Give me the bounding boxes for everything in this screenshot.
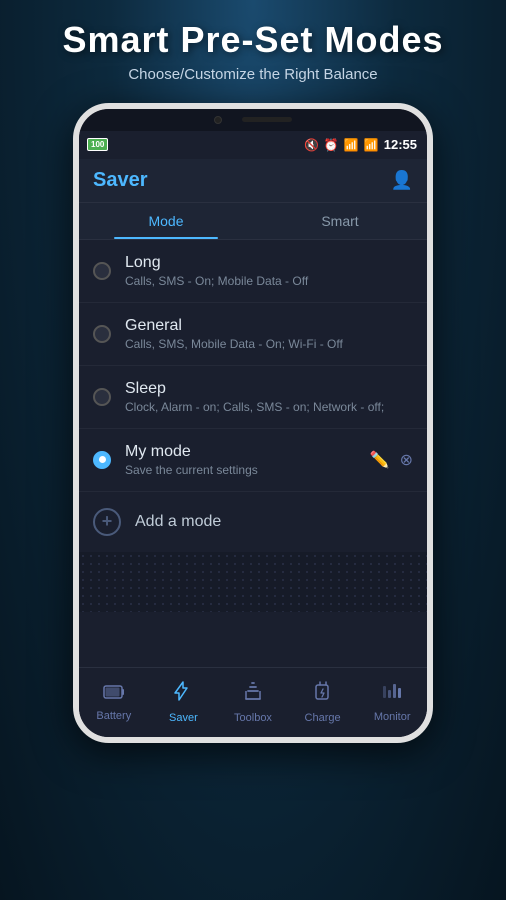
mode-desc-long: Calls, SMS - On; Mobile Data - Off bbox=[125, 274, 413, 288]
nav-saver[interactable]: Saver bbox=[158, 680, 208, 724]
tab-smart[interactable]: Smart bbox=[253, 203, 427, 239]
battery-status: 100 bbox=[87, 138, 108, 151]
mode-item-general[interactable]: General Calls, SMS, Mobile Data - On; Wi… bbox=[79, 303, 427, 366]
signal-icon: 📶 bbox=[364, 138, 379, 152]
delete-icon[interactable]: ⊗ bbox=[400, 450, 413, 470]
nav-battery[interactable]: Battery bbox=[89, 683, 139, 722]
app-header-section: Smart Pre-Set Modes Choose/Customize the… bbox=[0, 0, 506, 93]
phone-inner: 100 🔇 ⏰ 📶 📶 12:55 Saver 👤 Mode bbox=[79, 109, 427, 737]
phone-top-bar bbox=[79, 109, 427, 131]
monitor-nav-icon bbox=[381, 682, 403, 707]
mode-name-sleep: Sleep bbox=[125, 380, 413, 398]
mode-desc-sleep: Clock, Alarm - on; Calls, SMS - on; Netw… bbox=[125, 400, 413, 414]
app-title: Saver bbox=[93, 169, 148, 192]
nav-charge[interactable]: Charge bbox=[298, 681, 348, 724]
phone-wrapper: 100 🔇 ⏰ 📶 📶 12:55 Saver 👤 Mode bbox=[0, 103, 506, 743]
mode-item-long[interactable]: Long Calls, SMS - On; Mobile Data - Off bbox=[79, 240, 427, 303]
status-bar: 100 🔇 ⏰ 📶 📶 12:55 bbox=[79, 131, 427, 159]
nav-charge-label: Charge bbox=[305, 712, 341, 724]
nav-monitor[interactable]: Monitor bbox=[367, 682, 417, 723]
mode-text-mymode: My mode Save the current settings bbox=[125, 443, 370, 477]
alarm-icon: ⏰ bbox=[324, 138, 339, 152]
toolbox-nav-icon bbox=[242, 681, 264, 708]
mode-item-sleep[interactable]: Sleep Clock, Alarm - on; Calls, SMS - on… bbox=[79, 366, 427, 429]
mode-desc-mymode: Save the current settings bbox=[125, 463, 370, 477]
mode-text-general: General Calls, SMS, Mobile Data - On; Wi… bbox=[125, 317, 413, 351]
charge-nav-icon bbox=[312, 681, 334, 708]
radio-sleep bbox=[93, 388, 111, 406]
add-mode-icon: + bbox=[93, 508, 121, 536]
mode-text-sleep: Sleep Clock, Alarm - on; Calls, SMS - on… bbox=[125, 380, 413, 414]
bottom-pattern bbox=[79, 552, 427, 612]
profile-icon[interactable]: 👤 bbox=[391, 170, 413, 191]
bottom-nav: Battery Saver bbox=[79, 667, 427, 737]
phone-speaker bbox=[242, 117, 292, 122]
tab-mode[interactable]: Mode bbox=[79, 203, 253, 239]
status-left: 100 bbox=[87, 138, 108, 151]
mode-mymode-actions: ✏️ ⊗ bbox=[370, 450, 413, 470]
main-subtitle: Choose/Customize the Right Balance bbox=[20, 66, 486, 83]
nav-monitor-label: Monitor bbox=[374, 711, 411, 723]
mute-icon: 🔇 bbox=[304, 138, 319, 152]
nav-toolbox[interactable]: Toolbox bbox=[228, 681, 278, 724]
content-area: Long Calls, SMS - On; Mobile Data - Off … bbox=[79, 240, 427, 737]
add-mode-label: Add a mode bbox=[135, 513, 221, 531]
add-mode-button[interactable]: + Add a mode bbox=[79, 492, 427, 552]
mode-item-mymode[interactable]: My mode Save the current settings ✏️ ⊗ bbox=[79, 429, 427, 492]
nav-battery-label: Battery bbox=[96, 710, 131, 722]
mode-name-mymode: My mode bbox=[125, 443, 370, 461]
app-title-bar: Saver 👤 bbox=[79, 159, 427, 203]
edit-icon[interactable]: ✏️ bbox=[370, 450, 390, 470]
wifi-icon: 📶 bbox=[344, 138, 359, 152]
radio-general bbox=[93, 325, 111, 343]
mode-name-long: Long bbox=[125, 254, 413, 272]
battery-nav-icon bbox=[103, 683, 125, 706]
phone-camera bbox=[214, 116, 222, 124]
radio-mymode bbox=[93, 451, 111, 469]
mode-desc-general: Calls, SMS, Mobile Data - On; Wi-Fi - Of… bbox=[125, 337, 413, 351]
mode-name-general: General bbox=[125, 317, 413, 335]
radio-long bbox=[93, 262, 111, 280]
main-title: Smart Pre-Set Modes bbox=[20, 20, 486, 60]
status-time: 12:55 bbox=[384, 137, 417, 152]
mode-text-long: Long Calls, SMS - On; Mobile Data - Off bbox=[125, 254, 413, 288]
saver-nav-icon bbox=[171, 680, 195, 708]
phone-frame: 100 🔇 ⏰ 📶 📶 12:55 Saver 👤 Mode bbox=[73, 103, 433, 743]
nav-saver-label: Saver bbox=[169, 712, 198, 724]
nav-toolbox-label: Toolbox bbox=[234, 712, 272, 724]
tab-bar: Mode Smart bbox=[79, 203, 427, 240]
status-right: 🔇 ⏰ 📶 📶 12:55 bbox=[304, 137, 417, 152]
